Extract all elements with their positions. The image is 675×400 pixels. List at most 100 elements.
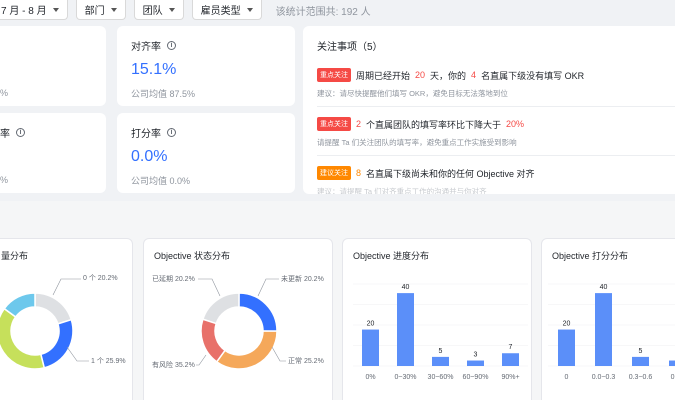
slice-label: 正常 25.2% — [288, 356, 324, 365]
label-leader-line — [198, 278, 221, 297]
attention-item[interactable]: 建议关注 8 名直属下级尚未和你的任何 Objective 对齐 建议：请提醒 … — [317, 166, 675, 194]
suggestion-tag: 建议关注 — [317, 166, 351, 180]
slice-label: 0 个 20.2% — [83, 274, 118, 282]
team-label: 团队 — [142, 6, 163, 17]
bar[interactable] — [432, 356, 449, 366]
x-tick-label: 0 — [565, 374, 569, 381]
divider — [317, 106, 675, 107]
chevron-down-icon — [246, 7, 253, 12]
attention-text: 周期已经开始 — [356, 70, 411, 81]
x-tick-label: 0.0~0.3 — [592, 374, 616, 381]
donut-slice[interactable] — [201, 292, 240, 325]
employee-type-filter[interactable]: 雇员类型 — [191, 0, 262, 20]
chevron-down-icon — [110, 7, 117, 12]
metric-company-average: 公司均值 0.0% — [131, 176, 191, 186]
donut-slice[interactable] — [238, 292, 278, 332]
bar[interactable] — [558, 329, 575, 366]
metric-card-update-rate: 新率 i % — [0, 113, 106, 193]
chevron-down-icon — [52, 7, 59, 12]
bar[interactable] — [467, 360, 484, 366]
attention-number: 20% — [506, 119, 525, 129]
attention-title: 关注事项（5） — [317, 42, 383, 53]
bar[interactable] — [397, 293, 414, 366]
bar-chart: 200400.0~0.350.3~0.630.6~ — [548, 283, 675, 381]
attention-number: 4 — [471, 70, 477, 80]
attention-item[interactable]: 重点关注 周期已经开始 20 天，你的 4 名直属下级没有填写 OKR 建议：请… — [317, 68, 675, 99]
bar-chart: 20 0% 40 0~30% 5 30~60% 3 60~90% 7 90%+ — [353, 283, 528, 381]
bar-value-label: 20 — [367, 321, 375, 328]
metric-card-fill-rate: % — [0, 26, 106, 106]
chevron-down-icon — [168, 7, 175, 12]
metric-sub-text: % — [0, 175, 9, 185]
x-tick-label: 0~30% — [395, 374, 417, 381]
team-filter[interactable]: 团队 — [133, 0, 184, 20]
donut-slice[interactable] — [200, 318, 226, 363]
slice-label: 1 个 25.9% — [91, 357, 126, 365]
department-label: 部门 — [84, 6, 105, 17]
metric-card-alignment-rate: 对齐率 i 15.1% 公司均值 87.5% — [117, 26, 295, 106]
attention-suggestion: 建议：请尽快提醒他们填写 OKR，避免目标无法落地到位 — [317, 89, 508, 98]
x-tick-label: 90%+ — [501, 374, 519, 381]
filter-bar: 7 月 - 8 月 部门 团队 雇员类型 该统计范围共: 192 人 — [0, 0, 675, 20]
x-tick-label: 30~60% — [428, 374, 454, 381]
divider — [317, 155, 675, 156]
label-leader-line — [257, 278, 279, 297]
bar-value-label: 40 — [402, 284, 410, 291]
attention-number: 2 — [356, 119, 362, 129]
metric-card-scoring-rate: 打分率 i 0.0% 公司均值 0.0% — [117, 113, 295, 193]
donut-chart: 已延期 20.2% 未更新 20.2% 正常 25.2% 有风险 35.2% — [152, 274, 324, 370]
attention-text: 个直属团队的填写率环比下降大于 — [366, 119, 502, 130]
scope-text: 该统计范围共: 192 人 — [275, 6, 371, 18]
attention-text: 天，你的 — [430, 70, 467, 81]
attention-suggestion: 请提醒 Ta 们关注团队的填写率，避免重点工作实施受到影响 — [317, 138, 517, 147]
donut-slice[interactable] — [215, 330, 278, 370]
label-leader-line — [66, 346, 89, 362]
metric-title: 打分率 — [131, 129, 161, 140]
chart-card-objective-score: Objective 打分分布 200400.0~0.350.3~0.630.6~ — [541, 238, 675, 400]
bar[interactable] — [362, 329, 379, 366]
info-icon[interactable]: i — [16, 128, 25, 137]
metric-title: 新率 — [0, 129, 10, 140]
x-tick-label: 0.3~0.6 — [629, 374, 653, 381]
x-tick-label: 60~90% — [463, 374, 489, 381]
metric-company-average: 公司均值 87.5% — [131, 89, 196, 99]
bar-value-label: 3 — [474, 352, 478, 359]
bar[interactable] — [595, 293, 612, 366]
x-tick-label: 0% — [365, 374, 375, 381]
bar-value-label: 20 — [563, 321, 571, 328]
donut-slice[interactable] — [34, 292, 73, 325]
donut-chart: 0 个 20.2% 1 个 25.9% — [0, 274, 126, 370]
bar-value-label: 7 — [509, 344, 513, 351]
metric-value: 0.0% — [131, 148, 168, 165]
bar[interactable] — [502, 353, 519, 366]
metric-sub-text: % — [0, 88, 9, 98]
priority-tag: 重点关注 — [317, 68, 351, 82]
attention-number: 20 — [415, 70, 426, 80]
bar[interactable] — [632, 356, 649, 366]
bar[interactable] — [669, 360, 675, 366]
date-range-filter[interactable]: 7 月 - 8 月 — [0, 0, 68, 20]
attention-item[interactable]: 重点关注 2 个直属团队的填写率环比下降大于 20% 请提醒 Ta 们关注团队的… — [317, 117, 675, 148]
bar-value-label: 5 — [639, 348, 643, 355]
label-leader-line — [271, 346, 286, 362]
attention-suggestion: 建议：请提醒 Ta 们对齐重点工作的沟通并与你对齐 — [317, 187, 487, 194]
metric-value: 15.1% — [131, 61, 177, 78]
priority-tag: 重点关注 — [317, 117, 351, 131]
chart-card-objective-status: Objective 状态分布 已延期 20.2% 未更新 20.2% 正常 25.2… — [143, 238, 333, 400]
info-icon[interactable]: i — [167, 128, 176, 137]
slice-label: 已延期 20.2% — [152, 274, 195, 283]
department-filter[interactable]: 部门 — [75, 0, 126, 20]
slice-label: 有风险 35.2% — [152, 360, 195, 369]
slice-label: 未更新 20.2% — [281, 274, 324, 283]
attention-text: 名直属下级尚未和你的任何 Objective 对齐 — [366, 168, 535, 179]
x-tick-label: 0.6~ — [671, 374, 675, 381]
info-icon[interactable]: i — [167, 41, 176, 50]
metric-title: 对齐率 — [131, 42, 161, 53]
date-range-label: 7 月 - 8 月 — [1, 6, 47, 17]
donut-slice[interactable] — [0, 307, 46, 370]
chart-card-objective-count: 量分布 0 个 20.2% 1 个 25.9% — [0, 238, 133, 400]
attention-text: 名直属下级没有填写 OKR — [481, 70, 585, 81]
donut-slice[interactable] — [39, 318, 74, 369]
bar-value-label: 40 — [600, 284, 608, 291]
attention-panel: 关注事项（5） 重点关注 周期已经开始 20 天，你的 4 名直属下级没有填写 … — [303, 26, 675, 194]
